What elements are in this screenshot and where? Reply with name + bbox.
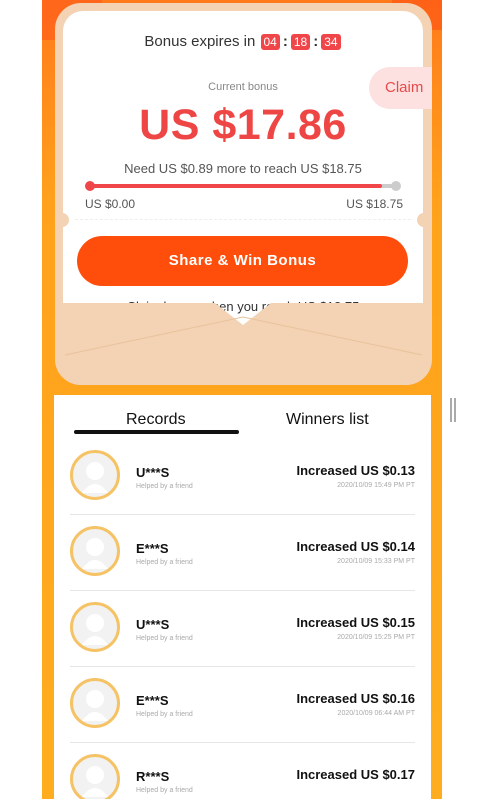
avatar (70, 602, 120, 652)
need-more-text: Need US $0.89 more to reach US $18.75 (124, 161, 362, 176)
user-avatar-icon (82, 462, 108, 493)
ticket-notch-right (417, 213, 431, 227)
record-subtitle: Helped by a friend (136, 559, 193, 566)
timer-colon: : (313, 33, 319, 50)
progress-start-dot (85, 181, 95, 191)
timer-seconds: 34 (321, 34, 341, 50)
record-timestamp: 2020/10/09 15:49 PM PT (337, 482, 415, 489)
avatar (70, 754, 120, 799)
bonus-card: Bonus expires in 04:18:34 Current bonus … (55, 3, 432, 385)
records-list: U***S Helped by a friend Increased US $0… (54, 439, 431, 799)
envelope-flap-icon (55, 303, 432, 385)
scrollbar-handle[interactable] (450, 398, 456, 422)
record-username: E***S (136, 541, 169, 556)
dashed-divider (75, 219, 411, 220)
record-username: U***S (136, 617, 170, 632)
record-subtitle: Helped by a friend (136, 787, 193, 794)
record-increase: Increased US $0.14 (296, 539, 415, 554)
bonus-amount: US $17.86 (139, 101, 347, 149)
record-row: E***S Helped by a friend Increased US $0… (70, 667, 415, 743)
progress-fill (89, 184, 382, 188)
record-timestamp: 2020/10/09 06:44 AM PT (337, 710, 415, 717)
record-subtitle: Helped by a friend (136, 711, 193, 718)
record-row: U***S Helped by a friend Increased US $0… (70, 439, 415, 515)
avatar (70, 526, 120, 576)
record-subtitle: Helped by a friend (136, 635, 193, 642)
user-avatar-icon (82, 690, 108, 721)
active-tab-indicator (74, 430, 239, 434)
progress-end-dot (391, 181, 401, 191)
avatar (70, 678, 120, 728)
ticket-notch-left (55, 213, 69, 227)
bonus-page: Bonus expires in 04:18:34 Current bonus … (42, 0, 442, 799)
record-increase: Increased US $0.16 (296, 691, 415, 706)
share-win-bonus-button[interactable]: Share & Win Bonus (77, 236, 408, 286)
tab-winners-list[interactable]: Winners list (286, 411, 369, 429)
record-row: E***S Helped by a friend Increased US $0… (70, 515, 415, 591)
progress-min-label: US $0.00 (85, 197, 136, 211)
user-avatar-icon (82, 766, 108, 797)
timer-minutes: 18 (290, 34, 311, 50)
records-panel: Records Winners list U***S Helped by a f… (54, 395, 431, 799)
record-timestamp: 2020/10/09 15:25 PM PT (337, 634, 415, 641)
record-increase: Increased US $0.13 (296, 463, 415, 478)
record-subtitle: Helped by a friend (136, 483, 193, 490)
progress-max-label: US $18.75 (346, 197, 403, 211)
timer-colon: : (282, 33, 288, 50)
record-row: R***S Helped by a friend Increased US $0… (70, 743, 415, 799)
record-username: R***S (136, 769, 170, 784)
record-timestamp: 2020/10/09 15:33 PM PT (337, 558, 415, 565)
expiry-timer: Bonus expires in 04:18:34 (63, 33, 423, 50)
record-username: U***S (136, 465, 170, 480)
record-username: E***S (136, 693, 169, 708)
bonus-inner: Bonus expires in 04:18:34 Current bonus … (55, 11, 432, 325)
avatar (70, 450, 120, 500)
user-avatar-icon (82, 538, 108, 569)
bonus-progress-bar (85, 181, 401, 191)
record-row: U***S Helped by a friend Increased US $0… (70, 591, 415, 667)
tab-records[interactable]: Records (126, 411, 186, 429)
user-avatar-icon (82, 614, 108, 645)
record-increase: Increased US $0.15 (296, 615, 415, 630)
record-increase: Increased US $0.17 (296, 767, 415, 782)
expires-label: Bonus expires in (144, 33, 256, 50)
timer-hours: 04 (260, 34, 280, 50)
